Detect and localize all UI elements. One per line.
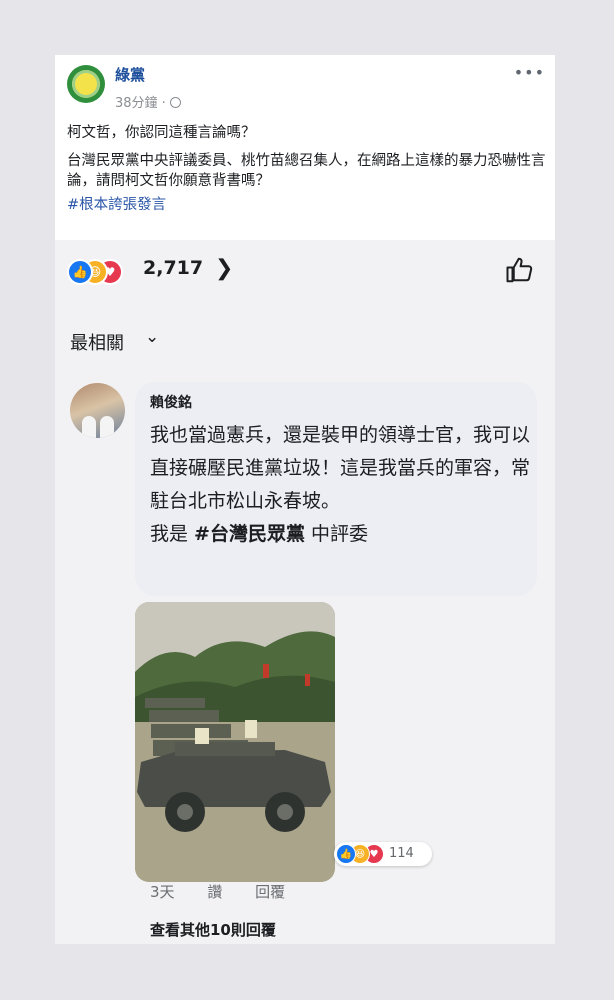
like-icon: 👍	[67, 259, 93, 285]
comment-text: 我也當過憲兵，還是裝甲的領導士官，我可以直接碾壓民進黨垃圾！這是我當兵的軍容，常…	[150, 419, 530, 551]
reaction-summary-bar[interactable]: 👍 😆 ♥ 2,717 ❯	[55, 253, 555, 291]
post-line-body: 台灣民眾黨中央評議委員、桃竹苗總召集人，在網路上這樣的暴力恐嚇性言論，請問柯文哲…	[67, 153, 546, 189]
like-icon: 👍	[336, 844, 356, 864]
sort-selector-label[interactable]: 最相關	[70, 329, 124, 355]
post-body: 柯文哲，你認同這種言論嗎？ 台灣民眾黨中央評議委員、桃竹苗總召集人，在網路上這樣…	[67, 123, 547, 223]
page-name[interactable]: 綠黨	[115, 64, 145, 85]
post-card: 綠黨 38分鐘 · ••• 柯文哲，你認同這種言論嗎？ 台灣民眾黨中央評議委員、…	[55, 55, 555, 240]
comment-actions: 3天 讚 回覆	[150, 881, 313, 902]
comment-reactions[interactable]: 👍 😆 ♥ 114	[334, 842, 432, 866]
thumbs-up-icon[interactable]	[505, 255, 535, 285]
chevron-right-icon[interactable]: ❯	[215, 256, 233, 281]
view-more-replies-link[interactable]: 查看其他10則回覆	[150, 919, 276, 940]
post-line-question: 柯文哲，你認同這種言論嗎？	[67, 125, 256, 141]
comment-text-pre: 我是	[150, 523, 195, 545]
comment-bubble: 賴俊銘 我也當過憲兵，還是裝甲的領導士官，我可以直接碾壓民進黨垃圾！這是我當兵的…	[135, 382, 537, 596]
post-time-text: 38分鐘 ·	[115, 96, 166, 111]
comment-hashtag[interactable]: #台灣民眾黨	[194, 523, 305, 545]
more-horizontal-icon[interactable]: •••	[514, 63, 545, 82]
comment-text-post: 中評委	[304, 523, 369, 545]
chevron-down-icon[interactable]: ⌄	[145, 327, 159, 347]
comment-like-button[interactable]: 讚	[207, 883, 222, 901]
commenter-name[interactable]: 賴俊銘	[150, 392, 192, 412]
comment-reply-button[interactable]: 回覆	[255, 883, 285, 901]
commenter-avatar[interactable]	[70, 383, 125, 438]
post-hashtag[interactable]: #根本誇張發言	[67, 195, 547, 215]
page-avatar[interactable]	[67, 65, 105, 103]
globe-icon	[169, 97, 181, 108]
comment-time[interactable]: 3天	[150, 883, 175, 901]
post-timestamp[interactable]: 38分鐘 ·	[115, 92, 181, 111]
reaction-count: 2,717	[143, 257, 204, 279]
page-logo-icon	[72, 70, 100, 98]
screenshot-frame: 綠黨 38分鐘 · ••• 柯文哲，你認同這種言論嗎？ 台灣民眾黨中央評議委員、…	[55, 55, 555, 944]
comment-reaction-count: 114	[389, 846, 414, 861]
comment-photo[interactable]	[135, 602, 335, 882]
comment-text-main: 我也當過憲兵，還是裝甲的領導士官，我可以直接碾壓民進黨垃圾！這是我當兵的軍容，常…	[150, 424, 531, 512]
